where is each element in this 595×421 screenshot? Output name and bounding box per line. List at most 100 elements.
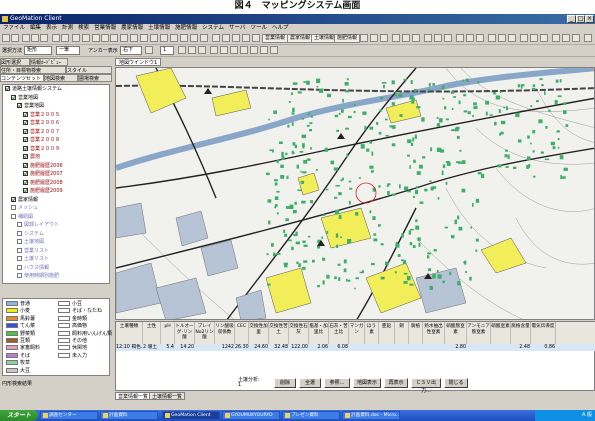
tree-item[interactable]: 農家情報 [11, 196, 38, 204]
toolbar-icon[interactable] [370, 34, 378, 42]
toolbar-icon[interactable] [180, 34, 188, 42]
toolbar-icon[interactable] [252, 34, 260, 42]
menu-item[interactable]: 編集 [30, 25, 41, 31]
tab-info-card[interactable]: 情報ｶｰﾄﾞﾋﾞｭｰ [30, 58, 68, 66]
layer-checkbox[interactable] [11, 205, 16, 210]
toolbar-icon[interactable] [101, 34, 109, 42]
taskbar-item[interactable]: GeoMation Client [162, 411, 220, 420]
taskbar-item[interactable]: GYOUMUKYOURYO [222, 411, 280, 420]
toolbar-icon[interactable] [250, 46, 258, 54]
csv-export-button[interactable]: ＣＳＶ出力... [411, 378, 441, 394]
field-unit-combo[interactable]: 一筆 [56, 46, 80, 55]
column-header[interactable]: マンガン [349, 322, 365, 344]
toolbar-icon[interactable] [552, 34, 560, 42]
toolbar-icon[interactable] [110, 34, 118, 42]
toolbar-icon[interactable] [242, 34, 250, 42]
tree-item[interactable]: 施肥履歴2009 [23, 188, 63, 195]
column-header[interactable]: アンモニア態窒素 [467, 322, 491, 344]
column-header[interactable]: 塩基・加里比 [309, 322, 329, 344]
menu-item[interactable]: サーバ [229, 25, 245, 31]
layer-checkbox[interactable] [11, 196, 16, 202]
toolbar-icon[interactable] [150, 34, 158, 42]
minimize-button[interactable]: _ [567, 15, 576, 23]
menu-item[interactable]: 表示 [46, 25, 57, 31]
toolbar-icon[interactable] [476, 34, 484, 42]
tree-item[interactable]: 営業２００８ [23, 137, 60, 144]
start-button[interactable]: スタート [0, 410, 38, 421]
toolbar-icon[interactable] [572, 34, 580, 42]
layer-checkbox[interactable] [17, 222, 22, 227]
tree-item[interactable]: 施肥履歴2008 [23, 179, 63, 187]
toolbar-icon[interactable] [40, 34, 48, 42]
toolbar-icon[interactable] [456, 34, 464, 42]
column-header[interactable]: 交換性石灰 [289, 322, 309, 344]
menu-item[interactable]: ツール [250, 25, 267, 31]
column-header[interactable]: CEC [235, 322, 249, 344]
menu-item[interactable]: 計測 [62, 25, 73, 31]
select-method-combo[interactable]: 矩形 [24, 46, 52, 55]
tree-item[interactable]: 営業地図 [17, 103, 44, 110]
toolbar-icon[interactable] [530, 34, 538, 42]
layer-checkbox[interactable] [17, 247, 22, 253]
column-header[interactable]: ブレイNo2リン酸 [195, 322, 215, 344]
sales-info-button[interactable]: 営業情報 [262, 34, 289, 43]
anchor-combo[interactable]: 右下 [120, 46, 142, 55]
farmer-info-button[interactable]: 農家情報 [287, 34, 314, 43]
maximize-button[interactable]: □ [576, 15, 585, 23]
menu-item[interactable]: 施肥情報 [175, 25, 197, 31]
layer-checkbox[interactable] [23, 128, 28, 134]
column-header[interactable]: 腐植含量 [511, 322, 531, 344]
fertilize-info-button[interactable]: 施肥情報 [334, 34, 361, 43]
tree-item[interactable]: 道路土壌情報システム [5, 86, 62, 93]
toolbar-icon[interactable] [584, 34, 592, 42]
toolbar-icon[interactable] [230, 46, 238, 54]
tab-style[interactable]: スタイル [66, 66, 112, 74]
column-header[interactable]: 亜鉛 [379, 322, 395, 344]
menu-item[interactable]: 土壌情報 [148, 25, 170, 31]
delete-button[interactable]: 削除 [274, 378, 296, 388]
menu-item[interactable]: 農家情報 [121, 25, 143, 31]
tab-sales-list[interactable]: 営業情報一覧 [115, 392, 152, 400]
toolbar-icon[interactable] [260, 46, 268, 54]
toolbar-icon[interactable] [412, 34, 420, 42]
tab-content-set[interactable]: コンテンツセット [0, 74, 44, 82]
toolbar-icon[interactable] [72, 34, 80, 42]
toolbar-icon[interactable] [240, 46, 248, 54]
tree-item[interactable]: 営業２００９ [23, 145, 60, 153]
tree-item[interactable]: 農地 [23, 154, 40, 161]
layer-checkbox[interactable] [17, 239, 22, 244]
layer-checkbox[interactable] [17, 256, 22, 261]
tab-shape-select[interactable]: 図形選択 [0, 58, 30, 66]
toolbar-icon[interactable] [170, 34, 178, 42]
menu-item[interactable]: 検索 [78, 25, 89, 31]
taskbar-item[interactable]: 計画資料 [100, 411, 158, 420]
toolbar-icon[interactable] [188, 46, 196, 54]
toolbar-icon[interactable] [424, 34, 432, 42]
layer-checkbox[interactable] [17, 230, 22, 236]
toolbar-icon[interactable] [212, 34, 220, 42]
map-canvas[interactable] [115, 67, 595, 320]
column-header[interactable]: 硝酸窒素 [491, 322, 511, 344]
toolbar-icon[interactable] [508, 34, 516, 42]
table-row[interactable]: 12:10 褐色… 2 壌土 5.4 14.20 1242 26.30 24.60 32.48… [116, 344, 595, 351]
tab-map-search[interactable]: 地図検索 [44, 74, 78, 82]
toolbar-icon[interactable] [200, 34, 208, 42]
tree-item[interactable]: システム [17, 230, 44, 238]
tab-soil-list[interactable]: 土壌情報一覧 [149, 392, 186, 400]
column-header[interactable]: 石灰・苦土比 [329, 322, 349, 344]
toolbar-icon[interactable] [444, 34, 452, 42]
toolbar-icon[interactable] [232, 34, 240, 42]
refresh-button[interactable]: 再表示 [384, 378, 408, 388]
map-display-button[interactable]: 地図表示 [353, 378, 381, 388]
toolbar-icon[interactable] [520, 34, 528, 42]
map-tab[interactable]: 地図ウインドウ1 [115, 58, 162, 66]
layer-checkbox[interactable] [23, 137, 28, 142]
toolbar-icon[interactable] [31, 34, 39, 42]
taskbar-item[interactable]: 計画資料.doc - Micro... [342, 411, 400, 420]
layer-checkbox[interactable] [11, 213, 16, 219]
layer-checkbox[interactable] [17, 264, 22, 270]
toolbar-icon[interactable] [190, 34, 198, 42]
tree-item[interactable]: 営業２００６ [23, 120, 60, 127]
column-header[interactable]: 交換性苦土 [269, 322, 289, 344]
tree-item[interactable]: 土壌地図 [17, 239, 44, 246]
